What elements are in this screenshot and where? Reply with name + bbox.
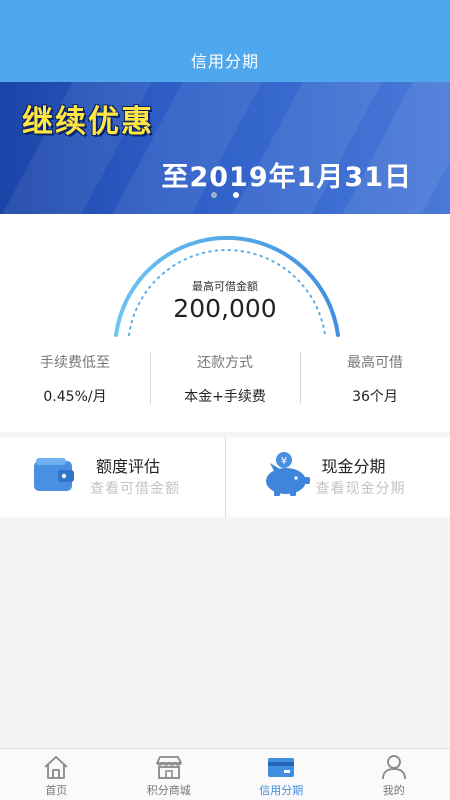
feature-title: 现金分期 xyxy=(321,457,386,476)
store-icon xyxy=(155,756,182,779)
banner-date: 至2019年1月31日 xyxy=(161,162,412,193)
feature-subtitle: 查看可借金额 xyxy=(90,481,180,497)
stat-value: 本金+手续费 xyxy=(184,389,266,405)
stat-term: 最高可借 36个月 xyxy=(300,350,450,406)
feature-title: 额度评估 xyxy=(96,457,161,476)
cash-installment-entry[interactable]: ¥ 现金分期 查看现金分期 xyxy=(224,437,450,517)
stat-label: 最高可借 xyxy=(347,355,403,371)
stat-label: 手续费低至 xyxy=(40,355,110,371)
svg-text:¥: ¥ xyxy=(280,456,286,467)
tab-credit-installment[interactable]: 信用分期 xyxy=(225,749,338,800)
page-title: 信用分期 xyxy=(190,52,259,71)
stat-value: 36个月 xyxy=(352,389,398,405)
stat-repayment: 还款方式 本金+手续费 xyxy=(150,350,300,406)
tab-label: 积分商城 xyxy=(146,784,191,797)
loan-stats: 手续费低至 0.45%/月 还款方式 本金+手续费 最高可借 36个月 xyxy=(0,350,450,406)
tab-home[interactable]: 首页 xyxy=(0,749,113,800)
feature-subtitle: 查看现金分期 xyxy=(315,481,406,497)
stat-label: 还款方式 xyxy=(197,355,253,371)
card-icon xyxy=(268,758,295,777)
credit-limit-card: 最高可借金额 200,000 手续费低至 0.45%/月 还款方式 本金+手续费… xyxy=(0,214,450,432)
carousel-dot-active[interactable] xyxy=(233,192,239,198)
user-icon xyxy=(381,755,406,780)
piggy-bank-icon: ¥ xyxy=(265,452,310,496)
stat-fee: 手续费低至 0.45%/月 xyxy=(0,350,150,406)
promo-banner[interactable]: 继续优惠 至2019年1月31日 xyxy=(0,82,450,214)
tab-store[interactable]: 积分商城 xyxy=(113,749,226,800)
limit-assessment-entry[interactable]: 额度评估 查看可借金额 xyxy=(0,437,225,517)
limit-label: 最高可借金额 xyxy=(192,280,258,293)
limit-amount: 200,000 xyxy=(173,294,277,323)
tab-label: 首页 xyxy=(45,784,68,797)
tab-label: 我的 xyxy=(382,784,405,797)
bottom-tab-bar: 首页 积分商城 信用分期 我的 xyxy=(0,748,450,800)
banner-headline: 继续优惠 xyxy=(22,104,154,140)
feature-entries: 额度评估 查看可借金额 ¥ 现金分期 查看现金分期 xyxy=(0,437,450,517)
carousel-indicator xyxy=(0,192,450,198)
tab-label: 信用分期 xyxy=(259,784,304,797)
app-header: 信用分期 xyxy=(0,0,450,82)
tab-mine[interactable]: 我的 xyxy=(338,749,450,800)
stat-value: 0.45%/月 xyxy=(43,389,107,405)
carousel-dot[interactable] xyxy=(211,192,217,198)
wallet-icon xyxy=(34,458,74,491)
home-icon xyxy=(44,756,68,779)
